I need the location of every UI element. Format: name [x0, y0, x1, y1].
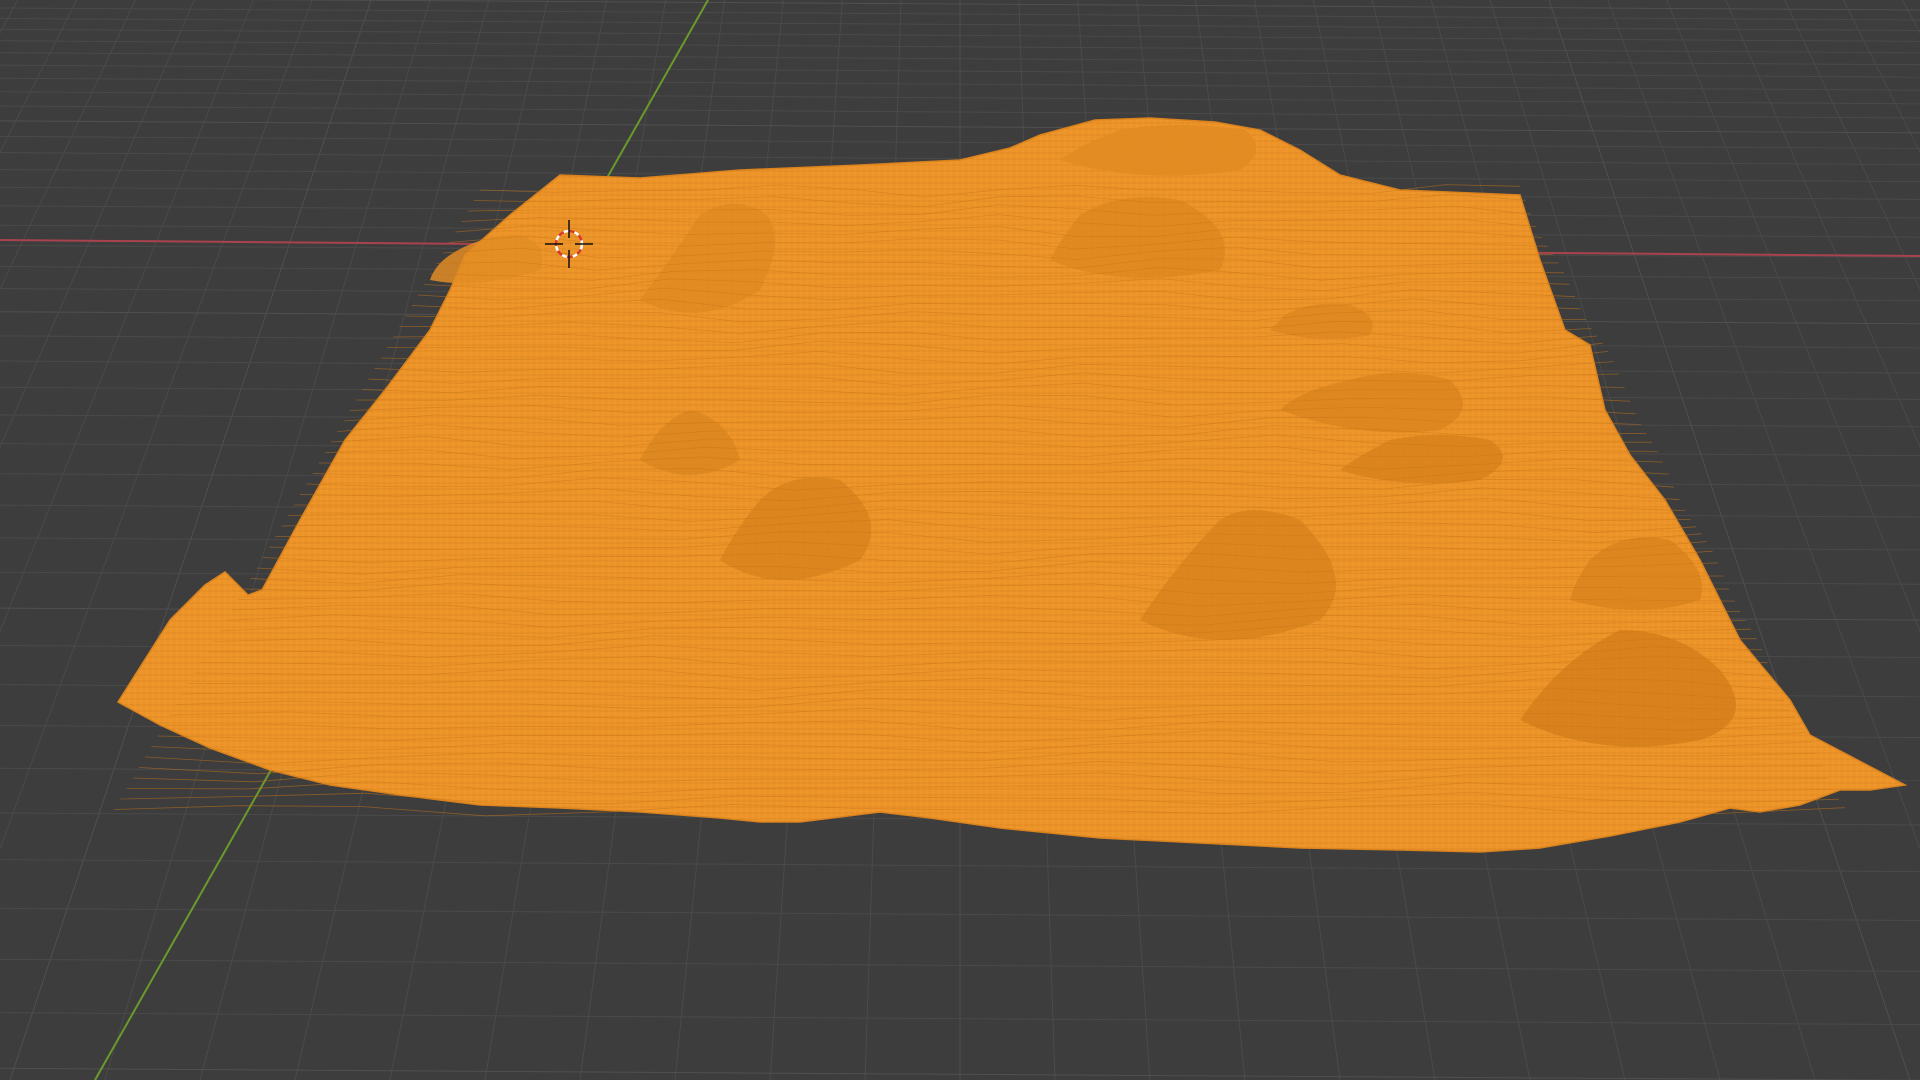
viewport-canvas[interactable] [0, 0, 1920, 1080]
grid-line [0, 0, 195, 449]
3d-viewport[interactable] [0, 0, 1920, 1080]
grid-line [0, 0, 19, 34]
grid-line [1901, 0, 1920, 34]
grid-line [0, 0, 254, 633]
grid-line [0, 0, 136, 291]
grid-line [0, 0, 77, 154]
grid-line [1843, 0, 1920, 154]
grid-line [1666, 0, 1920, 633]
terrain-mesh[interactable] [114, 117, 1908, 853]
grid-line [1784, 0, 1920, 291]
grid-line [1725, 0, 1920, 449]
